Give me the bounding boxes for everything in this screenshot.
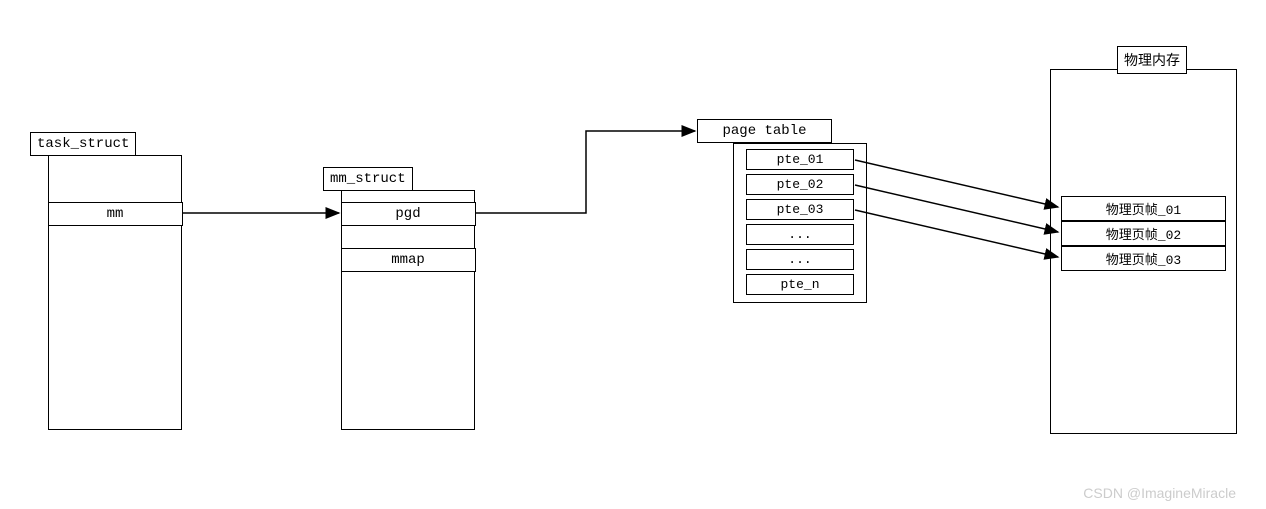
phys-mem-title: 物理内存 xyxy=(1117,46,1187,74)
arrow-pte2-to-frame2 xyxy=(855,185,1058,232)
task-struct-title: task_struct xyxy=(30,132,136,156)
mm-struct-title: mm_struct xyxy=(323,167,413,191)
arrows-layer xyxy=(0,0,1266,509)
arrow-pgd-to-pagetable xyxy=(475,131,695,213)
arrow-pte1-to-frame1 xyxy=(855,160,1058,207)
page-table-title: page table xyxy=(697,119,832,143)
arrow-pte3-to-frame3 xyxy=(855,210,1058,257)
